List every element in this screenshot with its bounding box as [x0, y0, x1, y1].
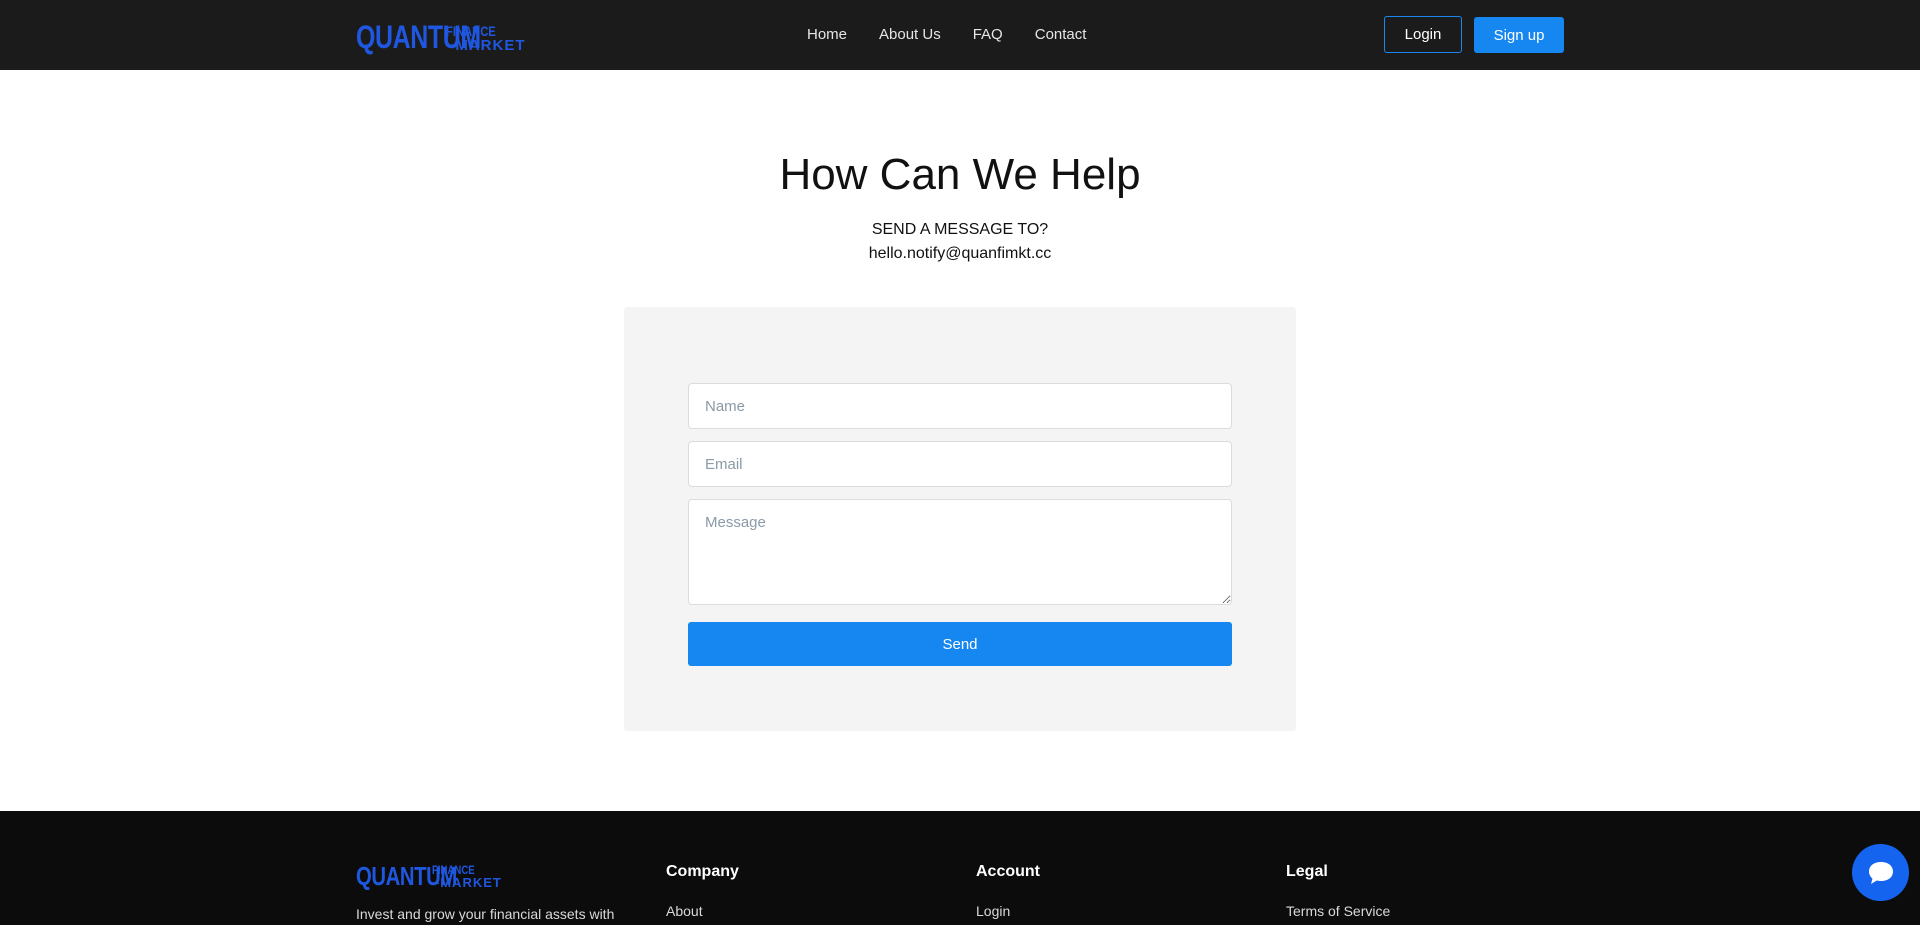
signup-button[interactable]: Sign up	[1474, 17, 1564, 53]
footer-heading-legal: Legal	[1286, 863, 1328, 880]
logo-main-text: QUANTUM	[356, 19, 481, 55]
main-nav: Home About Us FAQ Contact	[807, 26, 1118, 43]
footer-tagline: Invest and grow your financial assets wi…	[356, 906, 615, 922]
nav-home[interactable]: Home	[807, 26, 847, 43]
footer-heading-account: Account	[976, 863, 1040, 880]
footer-logo-main-text: QUANTUM	[356, 861, 457, 891]
footer-heading-company: Company	[666, 863, 739, 880]
footer-column-company: Company About	[666, 863, 739, 919]
footer-link-about[interactable]: About	[666, 903, 739, 919]
email-input[interactable]	[688, 441, 1232, 487]
footer-column-legal: Legal Terms of Service	[1286, 863, 1390, 919]
chat-bubble-icon	[1868, 861, 1893, 884]
login-button[interactable]: Login	[1384, 16, 1462, 53]
chat-widget-button[interactable]	[1852, 844, 1909, 901]
footer-logo[interactable]: QUANTUM FINANCE –MARKET	[356, 861, 502, 889]
nav-contact[interactable]: Contact	[1035, 26, 1087, 43]
name-input[interactable]	[688, 383, 1232, 429]
contact-email[interactable]: hello.notify@quanfimkt.cc	[0, 245, 1920, 263]
site-logo[interactable]: QUANTUM FINANCE –MARKET	[356, 19, 526, 53]
site-footer: QUANTUM FINANCE –MARKET Invest and grow …	[0, 811, 1920, 925]
logo-top-text: FINANCE	[446, 23, 496, 39]
footer-logo-top-text: FINANCE	[432, 863, 475, 877]
top-navbar: QUANTUM FINANCE –MARKET Home About Us FA…	[0, 0, 1920, 70]
page-title: How Can We Help	[779, 150, 1141, 199]
nav-faq[interactable]: FAQ	[973, 26, 1003, 43]
footer-link-terms[interactable]: Terms of Service	[1286, 903, 1390, 919]
contact-subtitle: SEND A MESSAGE TO?	[871, 221, 1049, 238]
nav-about-us[interactable]: About Us	[879, 26, 941, 43]
contact-form: Send	[624, 307, 1296, 731]
footer-column-account: Account Login	[976, 863, 1040, 919]
message-textarea[interactable]	[688, 499, 1232, 605]
send-button[interactable]: Send	[688, 622, 1232, 666]
footer-link-login[interactable]: Login	[976, 903, 1040, 919]
